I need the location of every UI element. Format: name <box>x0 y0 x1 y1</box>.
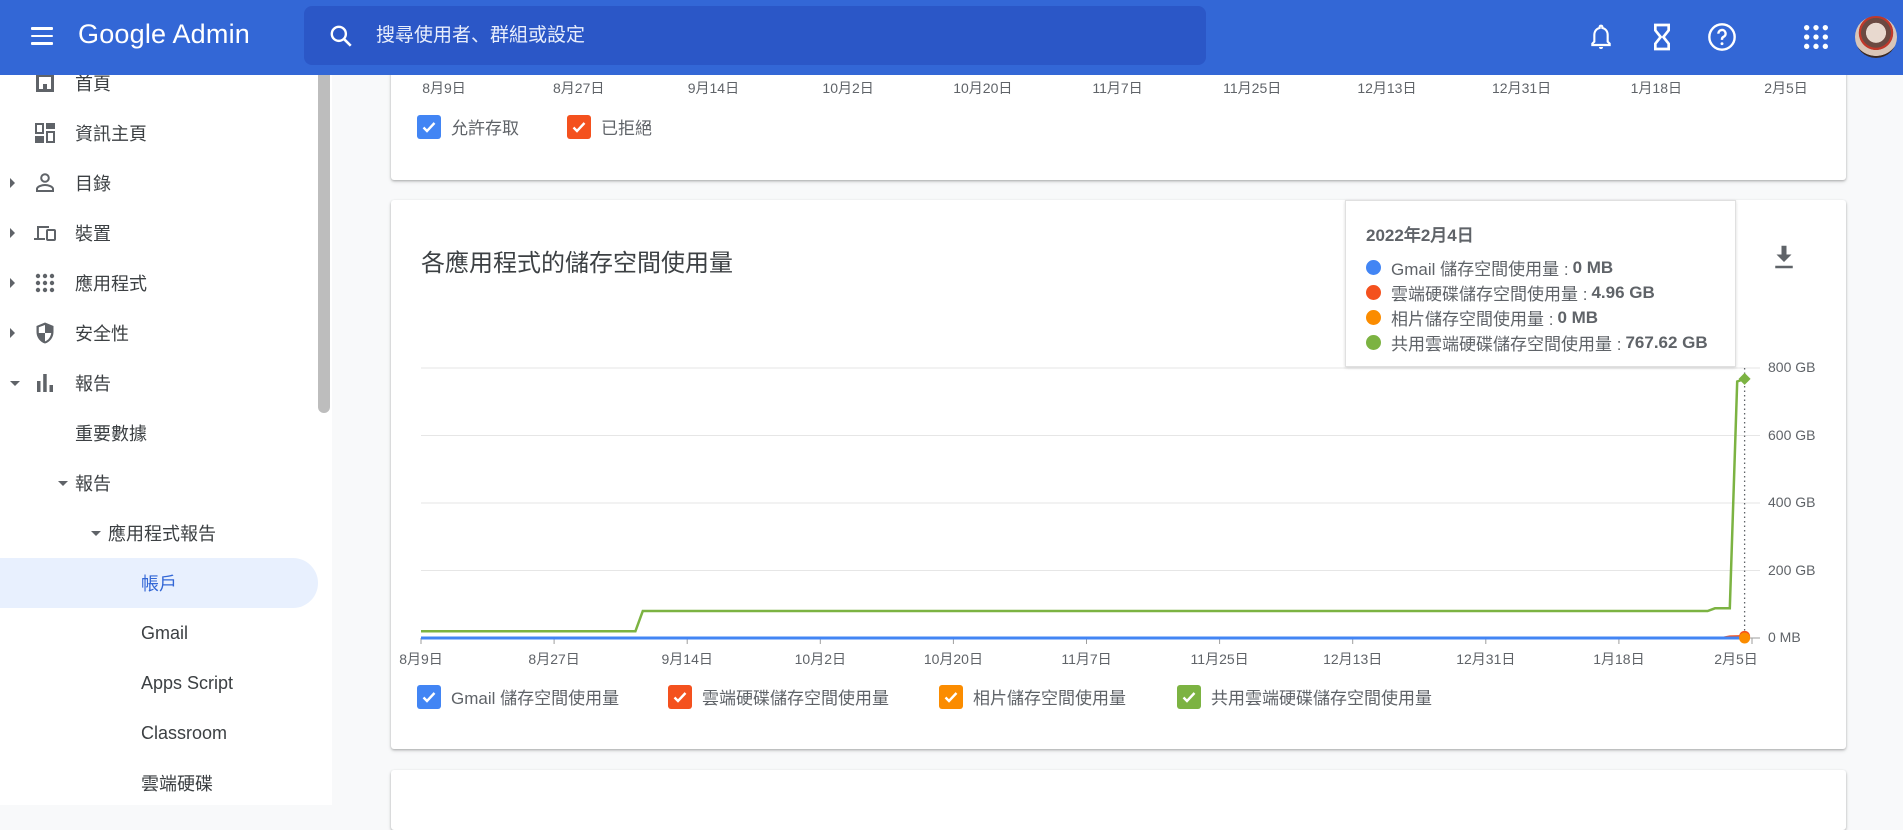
x-tick-label: 10月2日 <box>822 80 874 96</box>
x-tick-label: 11月7日 <box>1061 651 1112 667</box>
tooltip-row-shared-drive: 共用雲端硬碟儲存空間使用量 : 767.62 GB <box>1366 330 1708 355</box>
hover-point-3 <box>1738 372 1751 385</box>
sidebar-item-app-reports[interactable]: 應用程式報告 <box>0 508 318 558</box>
help-icon[interactable] <box>1706 21 1738 53</box>
sidebar-item-key-metrics[interactable]: 重要數據 <box>0 408 318 458</box>
x-tick-label: 10月2日 <box>794 651 846 667</box>
checkbox-checked-icon[interactable] <box>417 114 441 139</box>
tooltip-row-photos: 相片儲存空間使用量 : 0 MB <box>1366 305 1598 330</box>
x-tick-label: 9月14日 <box>687 80 740 96</box>
search-icon[interactable] <box>328 23 354 49</box>
checkbox-checked-icon[interactable] <box>1177 684 1201 709</box>
search-bar[interactable] <box>304 6 1206 65</box>
sidebar-nav: 首頁 資訊主頁 目錄 裝置 應用程式 安全性 報告 重要數據 報告 應用程式報告 <box>0 75 332 805</box>
legend-item[interactable]: 雲端硬碟儲存空間使用量 <box>668 684 889 709</box>
x-tick-label: 8月27日 <box>528 651 580 667</box>
checkbox-checked-icon[interactable] <box>939 684 963 709</box>
series-line-3[interactable] <box>421 377 1746 633</box>
x-tick-label: 2月5日 <box>1764 80 1808 96</box>
x-tick-label: 11月25日 <box>1190 651 1249 667</box>
apps-grid-icon[interactable] <box>1800 21 1832 53</box>
sidebar-item-devices[interactable]: 裝置 <box>0 208 318 258</box>
y-tick-label: 200 GB <box>1768 561 1816 578</box>
legend-denied[interactable]: 已拒絕 <box>567 114 652 139</box>
series-dot-icon <box>1366 335 1381 350</box>
series-dot-icon <box>1366 285 1381 300</box>
caret-down-icon[interactable] <box>91 530 101 536</box>
y-tick-label: 0 MB <box>1768 629 1801 645</box>
checkbox-checked-icon[interactable] <box>668 684 692 709</box>
caret-down-icon[interactable] <box>58 480 68 486</box>
bar-chart-icon <box>37 374 53 392</box>
sidebar-item-dashboard[interactable]: 資訊主頁 <box>0 108 318 158</box>
devices-icon <box>34 226 56 241</box>
legend-item[interactable]: Gmail 儲存空間使用量 <box>417 684 619 709</box>
avatar[interactable] <box>1855 16 1897 58</box>
sidebar-scrollbar[interactable] <box>318 75 330 413</box>
x-tick-label: 8月27日 <box>553 80 605 96</box>
sidebar-item-classroom[interactable]: Classroom <box>0 708 318 758</box>
sidebar-item-reports[interactable]: 報告 <box>0 358 318 408</box>
x-tick-label: 8月9日 <box>399 651 443 667</box>
x-tick-label: 11月7日 <box>1092 80 1143 96</box>
caret-right-icon[interactable] <box>10 328 15 338</box>
x-tick-label: 2月5日 <box>1714 651 1758 667</box>
sidebar-item-drive[interactable]: 雲端硬碟 <box>0 758 318 805</box>
checkbox-checked-icon[interactable] <box>417 684 441 709</box>
caret-down-icon[interactable] <box>10 380 20 386</box>
caret-right-icon[interactable] <box>10 228 15 238</box>
series-dot-icon <box>1366 260 1381 275</box>
sidebar-item-apps-script[interactable]: Apps Script <box>0 658 318 708</box>
app-title[interactable]: Google Admin <box>78 19 250 50</box>
checkbox-checked-icon[interactable] <box>567 114 591 139</box>
next-report-card <box>391 770 1846 830</box>
sidebar-item-apps[interactable]: 應用程式 <box>0 258 318 308</box>
bell-icon[interactable] <box>1585 21 1617 53</box>
legend-item[interactable]: 相片儲存空間使用量 <box>939 684 1126 709</box>
series-dot-icon <box>1366 310 1381 325</box>
legend-label: 共用雲端硬碟儲存空間使用量 <box>1211 689 1432 708</box>
hourglass-icon[interactable] <box>1646 21 1678 53</box>
sidebar-item-gmail[interactable]: Gmail <box>0 608 318 658</box>
sidebar-item-directory[interactable]: 目錄 <box>0 158 318 208</box>
apps-icon <box>35 273 55 293</box>
hover-point-2 <box>1739 632 1751 644</box>
x-tick-label: 11月25日 <box>1223 80 1282 96</box>
chart-tooltip: 2022年2月4日 Gmail 儲存空間使用量 : 0 MB 雲端硬碟儲存空間使… <box>1345 200 1736 367</box>
y-tick-label: 600 GB <box>1768 426 1816 443</box>
tooltip-row-gmail: Gmail 儲存空間使用量 : 0 MB <box>1366 255 1613 280</box>
sidebar-item-reports-sub[interactable]: 報告 <box>0 458 318 508</box>
dashboard-icon <box>35 123 55 143</box>
y-tick-label: 400 GB <box>1768 494 1816 510</box>
legend-label: Gmail 儲存空間使用量 <box>451 689 620 708</box>
caret-right-icon[interactable] <box>10 178 15 188</box>
search-input[interactable] <box>376 18 1176 54</box>
y-tick-label: 800 GB <box>1768 359 1816 375</box>
x-tick-label: 10月20日 <box>953 80 1013 96</box>
shield-icon <box>36 322 54 344</box>
x-tick-label: 10月20日 <box>923 651 983 667</box>
top-app-bar: Google Admin <box>0 0 1903 75</box>
legend-label: 雲端硬碟儲存空間使用量 <box>702 689 889 708</box>
menu-icon[interactable] <box>26 22 58 52</box>
person-icon <box>36 173 54 192</box>
legend-allowed[interactable]: 允許存取 <box>417 114 519 139</box>
sidebar-item-security[interactable]: 安全性 <box>0 308 318 358</box>
x-tick-label: 12月31日 <box>1492 80 1552 96</box>
x-tick-label: 9月14日 <box>661 651 713 667</box>
x-tick-label: 12月31日 <box>1456 651 1516 667</box>
legend-label: 相片儲存空間使用量 <box>973 689 1126 708</box>
caret-right-icon[interactable] <box>10 278 15 288</box>
x-tick-label: 1月18日 <box>1593 651 1645 667</box>
x-tick-label: 12月13日 <box>1323 651 1383 667</box>
x-tick-label: 12月13日 <box>1357 80 1417 96</box>
tooltip-row-drive: 雲端硬碟儲存空間使用量 : 4.96 GB <box>1366 280 1655 305</box>
sidebar-item-home[interactable]: 首頁 <box>0 75 318 108</box>
x-tick-label: 8月9日 <box>422 80 466 96</box>
home-icon <box>36 75 54 92</box>
sidebar-item-accounts[interactable]: 帳戶 <box>0 558 318 608</box>
tooltip-date: 2022年2月4日 <box>1366 226 1474 245</box>
x-tick-label: 1月18日 <box>1630 80 1682 96</box>
legend-item[interactable]: 共用雲端硬碟儲存空間使用量 <box>1177 684 1432 709</box>
